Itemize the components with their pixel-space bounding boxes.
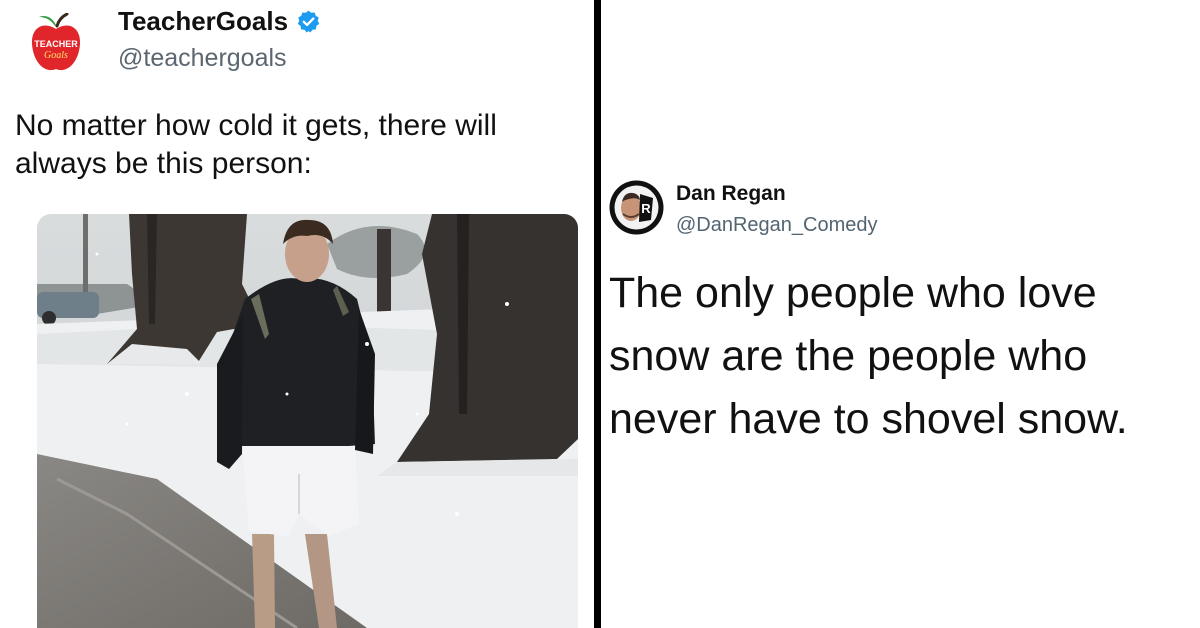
author-name[interactable]: TeacherGoals: [118, 6, 288, 37]
author-name[interactable]: Dan Regan: [676, 182, 786, 206]
author-handle[interactable]: @DanRegan_Comedy: [676, 214, 878, 237]
author-handle[interactable]: @teachergoals: [118, 44, 287, 73]
apple-logo-icon: TEACHER Goals: [31, 12, 81, 71]
teachergoals-avatar[interactable]: TEACHER Goals: [29, 12, 83, 75]
tweet-photo[interactable]: [37, 214, 578, 628]
dan-regan-avatar[interactable]: R: [609, 180, 664, 235]
svg-text:R: R: [641, 201, 651, 216]
svg-text:Goals: Goals: [44, 50, 68, 61]
snow-photo-image: [37, 214, 578, 628]
tweet-divider: [594, 0, 601, 628]
tweet-text: No matter how cold it gets, there will a…: [15, 109, 497, 180]
svg-text:TEACHER: TEACHER: [34, 39, 78, 49]
tweet-text: The only people who love snow are the pe…: [609, 269, 1128, 443]
verified-badge-icon: [297, 10, 320, 33]
profile-avatar: R: [609, 180, 664, 235]
